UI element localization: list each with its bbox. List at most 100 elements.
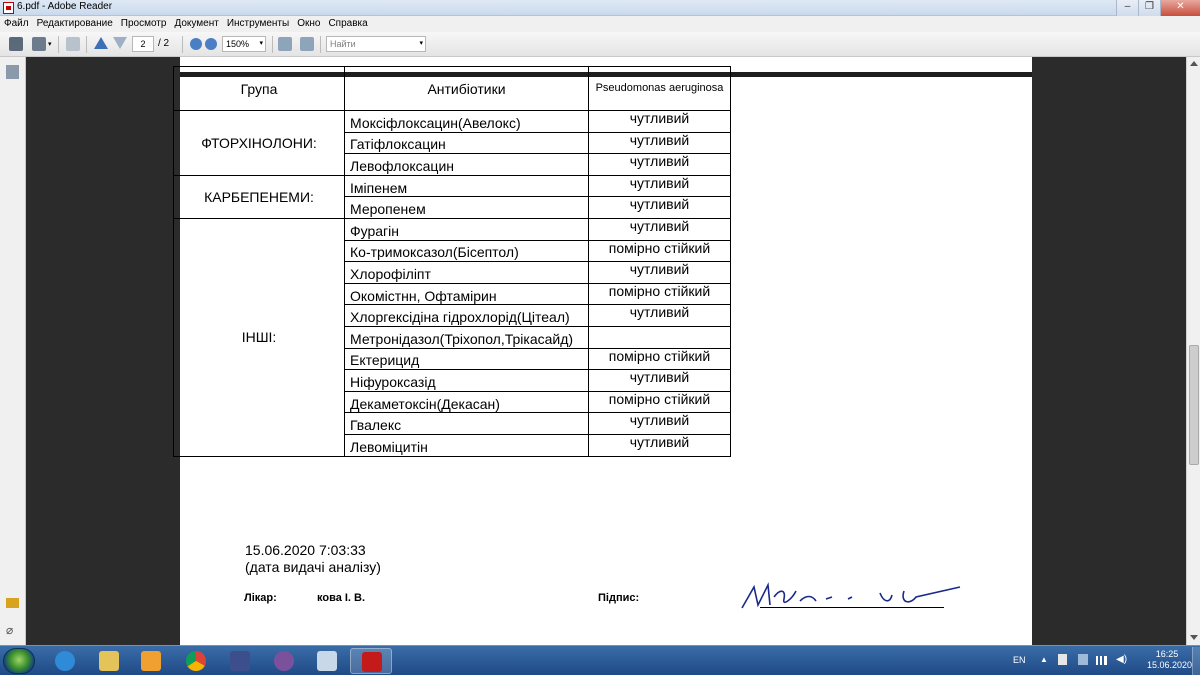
result-cell: помірно стійкий xyxy=(588,282,731,306)
drug-cell: Моксіфлоксацин(Авелокс) xyxy=(344,110,589,133)
drug-cell: Гвалекс xyxy=(344,412,589,435)
menu-view[interactable]: Просмотр xyxy=(121,16,167,32)
doctor-name: кова І. В. xyxy=(317,592,366,604)
menu-window[interactable]: Окно xyxy=(297,16,320,32)
result-cell: чутливий xyxy=(588,110,731,133)
signature-line xyxy=(760,607,944,608)
save-icon[interactable] xyxy=(32,37,46,51)
header-antibiotics: Антибіотики xyxy=(344,66,589,111)
share-icon[interactable] xyxy=(66,37,80,51)
table-header-row: Група Антибіотики Pseudomonas aeruginosa xyxy=(173,66,731,111)
vertical-scrollbar[interactable] xyxy=(1186,57,1200,645)
menu-file[interactable]: Файл xyxy=(4,16,29,32)
taskbar-media-player[interactable] xyxy=(130,648,172,674)
result-cell: чутливий xyxy=(588,174,731,198)
scroll-up-icon[interactable] xyxy=(1190,61,1198,66)
viber-icon xyxy=(274,651,294,671)
find-placeholder: Найти xyxy=(330,39,356,49)
volume-icon[interactable]: ◀) xyxy=(1116,654,1127,675)
attachment-icon[interactable]: ⌀ xyxy=(6,623,19,637)
find-input[interactable]: Найти ▾ xyxy=(326,36,426,52)
zoom-in-icon[interactable] xyxy=(205,38,217,50)
header-organism: Pseudomonas aeruginosa xyxy=(588,66,731,111)
chevron-down-icon: ▾ xyxy=(419,40,423,47)
group-others: ІНШІ: xyxy=(173,217,345,457)
scroll-down-icon[interactable] xyxy=(1190,635,1198,640)
taskbar-save-app[interactable] xyxy=(219,648,261,674)
zoom-out-icon[interactable] xyxy=(190,38,202,50)
drug-cell: Ектерицид xyxy=(344,347,589,371)
window-title: 6.pdf - Adobe Reader xyxy=(17,1,113,12)
menu-help[interactable]: Справка xyxy=(328,16,367,32)
comment-icon[interactable] xyxy=(6,598,19,608)
previous-page-icon[interactable] xyxy=(94,37,108,51)
menu-document[interactable]: Документ xyxy=(174,16,218,32)
drug-cell: Хлорофіліпт xyxy=(344,261,589,284)
issue-date-block: 15.06.2020 7:03:33 (дата видачі аналізу) xyxy=(245,542,381,576)
maximize-button[interactable]: ❐ xyxy=(1138,0,1160,16)
navigation-panel: ⌀ xyxy=(0,57,26,645)
result-cell: чутливий xyxy=(588,433,731,457)
doctor-label: Лікар: xyxy=(244,592,277,604)
language-indicator[interactable]: EN xyxy=(1013,655,1026,675)
result-cell: чутливий xyxy=(588,217,731,241)
taskbar-adobe-reader[interactable] xyxy=(350,648,392,674)
taskbar-chrome[interactable] xyxy=(175,648,217,674)
drug-cell: Окомістнн, Офтамірин xyxy=(344,282,589,306)
scroll-thumb[interactable] xyxy=(1189,345,1199,465)
drug-cell: Метронідазол(Тріхопол,Трікасайд) xyxy=(344,325,589,349)
header-group: Група xyxy=(173,66,345,111)
result-cell: чутливий xyxy=(588,369,731,392)
chrome-icon xyxy=(186,651,206,671)
handwritten-signature xyxy=(741,582,961,609)
drug-cell: Левофлоксацин xyxy=(344,153,589,176)
folder-icon xyxy=(99,651,119,671)
issue-caption: (дата видачі аналізу) xyxy=(245,559,381,575)
print-icon[interactable] xyxy=(9,37,23,51)
show-desktop-button[interactable] xyxy=(1192,647,1200,675)
clock-date: 15.06.2020 xyxy=(1147,660,1193,670)
fit-width-icon[interactable] xyxy=(300,37,314,51)
signal-icon[interactable] xyxy=(1096,656,1107,665)
table-row: КАРБЕПЕНЕМИ: Іміпенем чутливий xyxy=(173,174,731,219)
taskbar-viber[interactable] xyxy=(263,648,305,674)
result-cell: чутливий xyxy=(588,304,731,327)
taskbar-explorer[interactable] xyxy=(88,648,130,674)
chevron-down-icon: ▾ xyxy=(259,40,263,47)
floppy-icon xyxy=(230,651,250,671)
group-fluoroquinolones: ФТОРХІНОЛОНИ: xyxy=(173,110,345,176)
flag-icon[interactable] xyxy=(1058,654,1067,665)
drug-cell: Декаметоксін(Декасан) xyxy=(344,390,589,414)
group-carbapenems: КАРБЕПЕНЕМИ: xyxy=(173,174,345,219)
paint-icon xyxy=(317,651,337,671)
fit-page-icon[interactable] xyxy=(278,37,292,51)
result-cell: чутливий xyxy=(588,131,731,155)
menu-edit[interactable]: Редактирование xyxy=(37,16,113,32)
adobe-reader-icon xyxy=(3,2,14,14)
drug-cell: Іміпенем xyxy=(344,174,589,198)
result-cell: чутливий xyxy=(588,412,731,435)
menu-tools[interactable]: Инструменты xyxy=(227,16,289,32)
page-number-input[interactable]: 2 xyxy=(132,36,154,52)
page-total: / 2 xyxy=(158,38,170,49)
close-button[interactable]: ✕ xyxy=(1160,0,1200,16)
clock[interactable]: 16:25 15.06.2020 xyxy=(1147,649,1193,675)
network-icon[interactable] xyxy=(1078,654,1088,665)
taskbar-internet-explorer[interactable] xyxy=(44,648,86,674)
zoom-select[interactable]: 150% ▾ xyxy=(222,36,266,52)
minimize-button[interactable]: – xyxy=(1116,0,1138,16)
internet-explorer-icon xyxy=(55,651,75,671)
save-dropdown-icon[interactable]: ▾ xyxy=(48,40,52,48)
drug-cell: Левоміцитін xyxy=(344,433,589,457)
taskbar-paint[interactable] xyxy=(306,648,348,674)
result-cell: помірно стійкий xyxy=(588,239,731,263)
pages-icon[interactable] xyxy=(6,65,19,79)
table-row: ІНШІ: Фурагін чутливий xyxy=(173,217,731,457)
start-button[interactable] xyxy=(3,648,35,674)
result-cell: чутливий xyxy=(588,261,731,284)
next-page-icon[interactable] xyxy=(113,37,127,51)
result-cell xyxy=(588,325,731,349)
show-hidden-icons-icon[interactable]: ▲ xyxy=(1040,655,1048,675)
taskbar: EN ▲ ◀) 16:25 15.06.2020 xyxy=(0,645,1200,675)
result-cell: помірно стійкий xyxy=(588,347,731,371)
